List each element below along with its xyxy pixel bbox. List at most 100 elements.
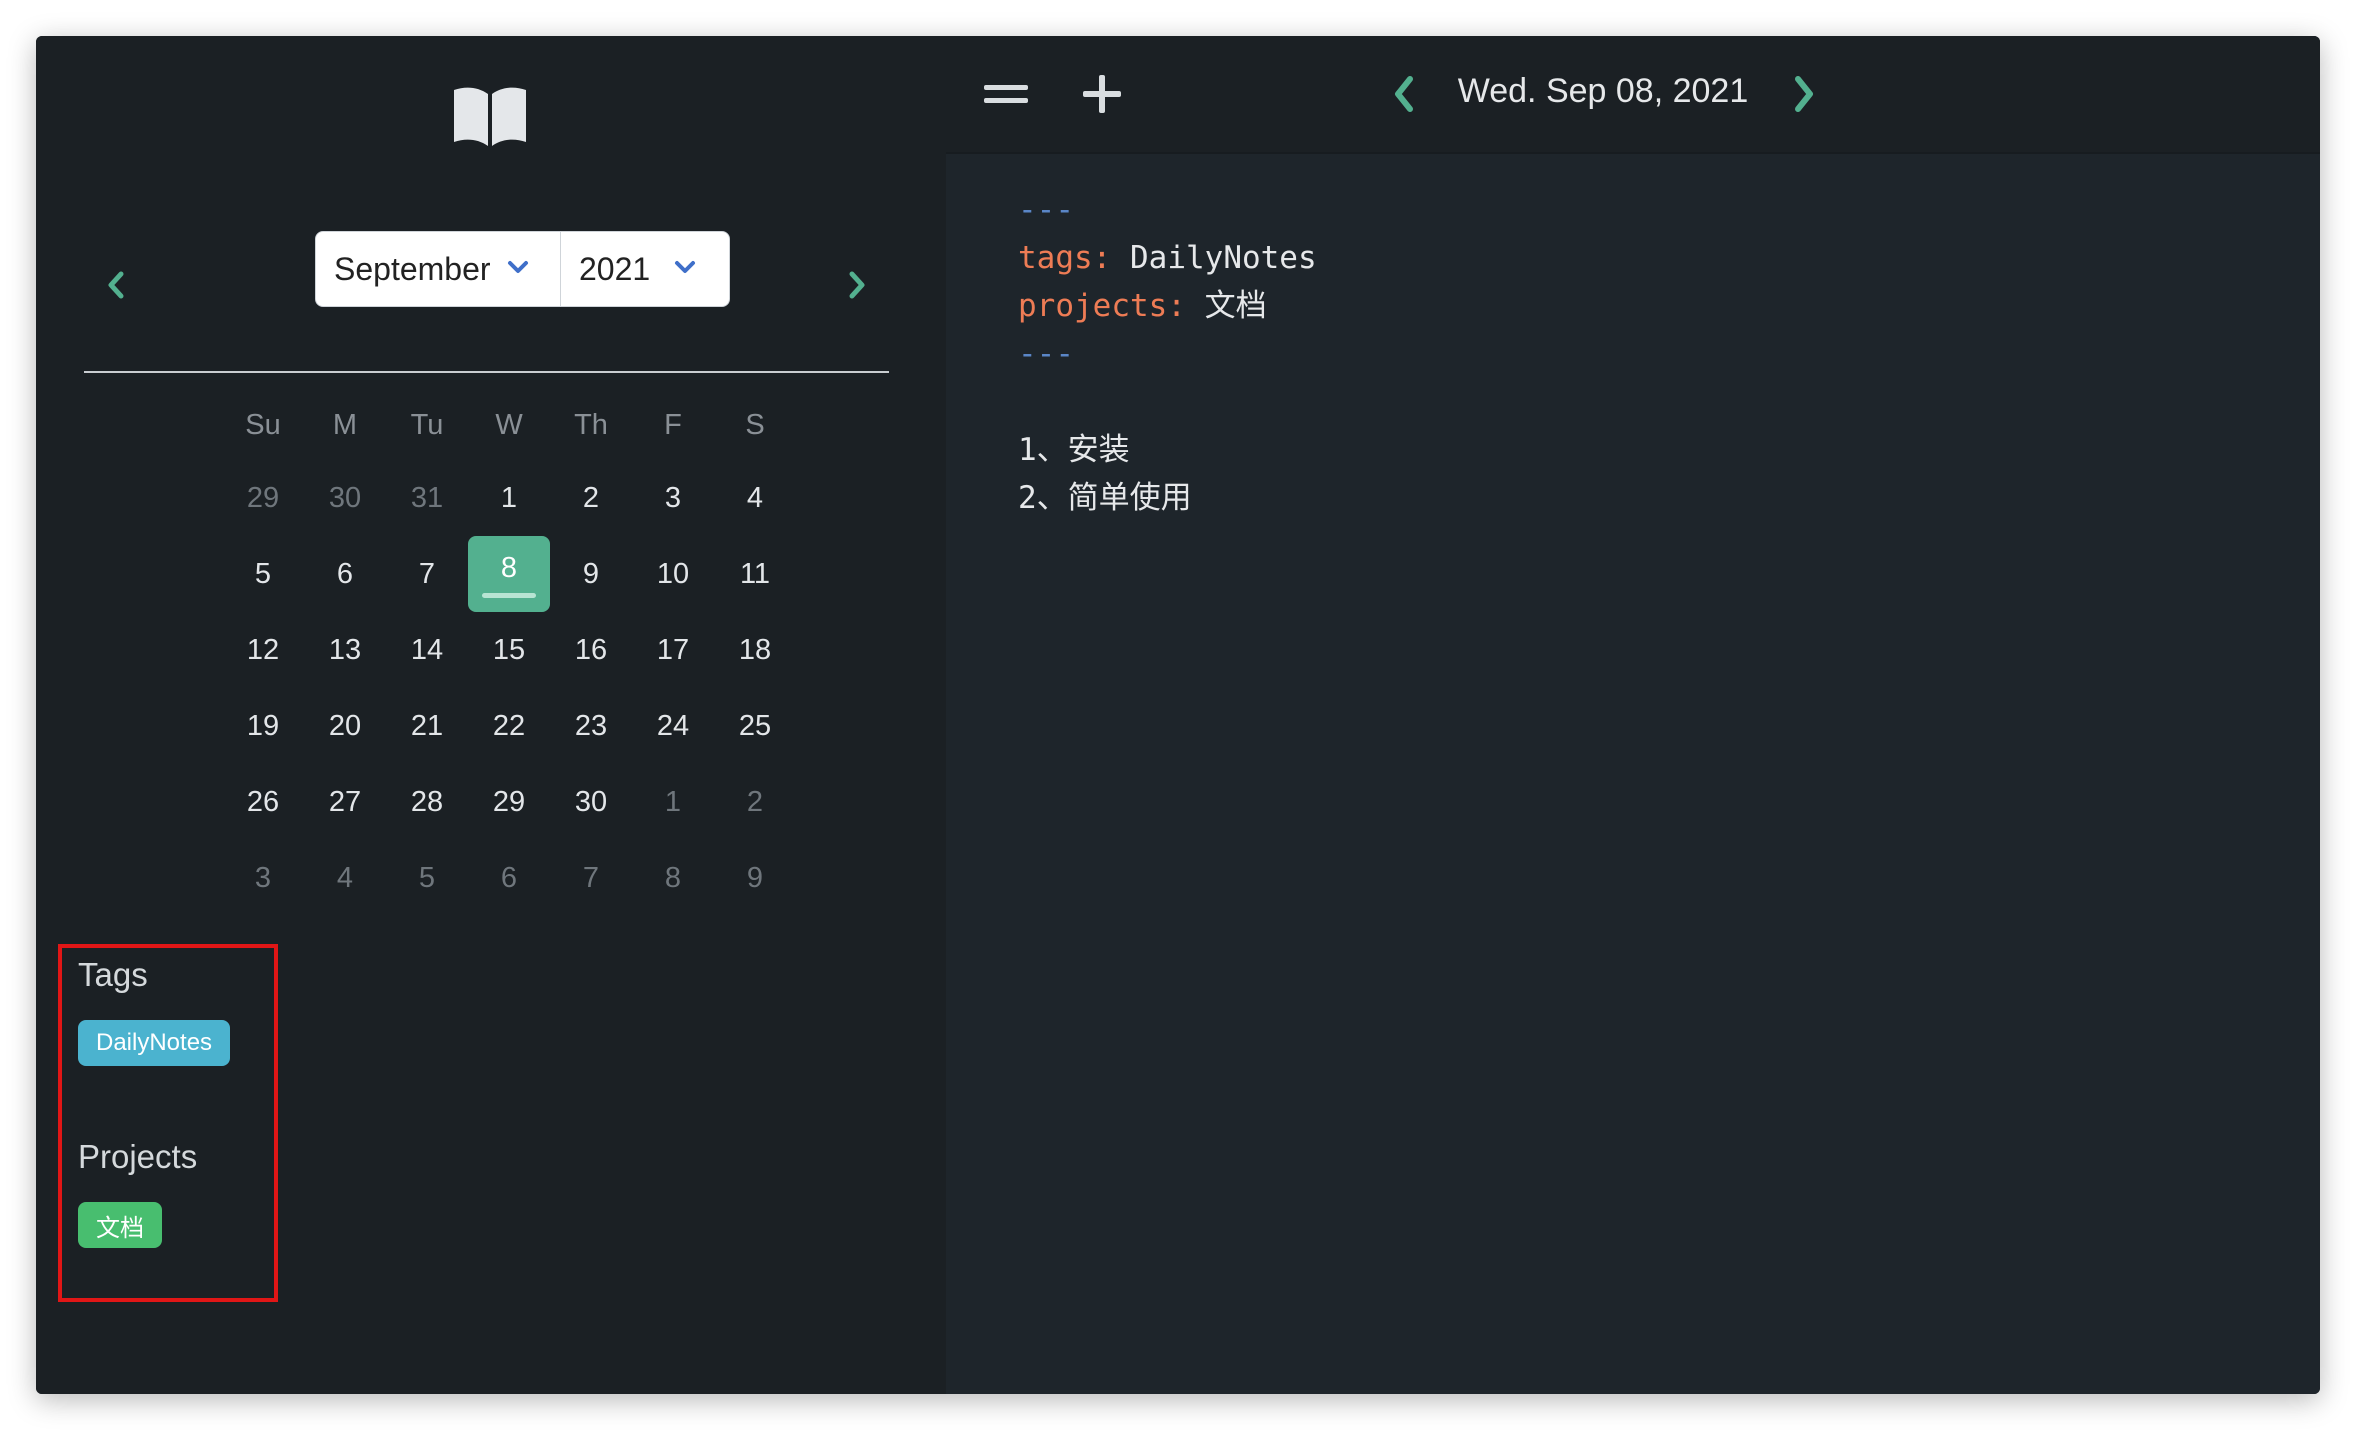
calendar-day-outside[interactable]: 1	[632, 764, 714, 840]
year-select[interactable]: 2021	[561, 232, 729, 306]
note-indicator	[482, 593, 536, 598]
tags-projects-panel: Tags DailyNotes Projects 文档	[58, 944, 278, 1302]
prev-day-button[interactable]	[1380, 70, 1428, 118]
calendar-day-outside[interactable]: 30	[304, 460, 386, 536]
calendar-day-outside[interactable]: 29	[222, 460, 304, 536]
calendar-day-outside[interactable]: 9	[714, 840, 796, 916]
calendar-day[interactable]: 6	[304, 536, 386, 612]
chevron-right-icon	[849, 271, 865, 299]
menu-icon	[984, 85, 1028, 103]
calendar-day[interactable]: 2	[550, 460, 632, 536]
calendar-day[interactable]: 9	[550, 536, 632, 612]
calendar-week: 19 20 21 22 23 24 25	[222, 688, 797, 764]
open-book-icon	[454, 87, 526, 146]
calendar-week: 3 4 5 6 7 8 9	[222, 840, 797, 916]
tags-heading: Tags	[78, 956, 148, 993]
frontmatter-projects-line: projects: 文档	[1018, 282, 2280, 330]
calendar-day[interactable]: 4	[714, 460, 796, 536]
calendar-day[interactable]: 18	[714, 612, 796, 688]
calendar-day[interactable]: 15	[468, 612, 550, 688]
selected-day-label: 8	[500, 551, 518, 584]
calendar-day[interactable]: 25	[714, 688, 796, 764]
tag-chip[interactable]: DailyNotes	[78, 1020, 231, 1066]
next-month-button[interactable]	[839, 267, 875, 303]
sidebar: September 2021 Su M Tu W Th F S 29 30 31…	[36, 36, 946, 1394]
calendar-day[interactable]: 23	[550, 688, 632, 764]
app-window: September 2021 Su M Tu W Th F S 29 30 31…	[36, 36, 2320, 1394]
calendar-day-outside[interactable]: 7	[550, 840, 632, 916]
calendar-day-outside[interactable]: 31	[386, 460, 468, 536]
calendar-day-outside[interactable]: 8	[632, 840, 714, 916]
weekday-label: Su	[245, 408, 281, 441]
calendar-day[interactable]: 20	[304, 688, 386, 764]
calendar-day[interactable]: 3	[632, 460, 714, 536]
year-select-value: 2021	[579, 250, 651, 287]
calendar-day[interactable]: 17	[632, 612, 714, 688]
calendar-day-outside[interactable]: 3	[222, 840, 304, 916]
menu-button[interactable]	[982, 70, 1030, 118]
calendar-day[interactable]: 7	[386, 536, 468, 612]
calendar-day-outside[interactable]: 6	[468, 840, 550, 916]
calendar-day[interactable]: 16	[550, 612, 632, 688]
frontmatter-separator: ---	[1018, 336, 1074, 372]
calendar-day[interactable]: 19	[222, 688, 304, 764]
calendar-day[interactable]: 27	[304, 764, 386, 840]
calendar-day[interactable]: 5	[222, 536, 304, 612]
month-navigation: September 2021	[84, 231, 889, 373]
calendar-day[interactable]: 1	[468, 460, 550, 536]
weekday-label: Th	[574, 408, 608, 441]
frontmatter-separator: ---	[1018, 192, 1074, 228]
calendar-week: 26 27 28 29 30 1 2	[222, 764, 797, 840]
calendar-day[interactable]: 14	[386, 612, 468, 688]
calendar-day[interactable]: 28	[386, 764, 468, 840]
calendar-day[interactable]: 24	[632, 688, 714, 764]
calendar-day[interactable]: 21	[386, 688, 468, 764]
chevron-left-icon	[1395, 76, 1413, 112]
current-date-title: Wed. Sep 08, 2021	[1457, 72, 1749, 110]
calendar-week: 12 13 14 15 16 17 18	[222, 612, 797, 688]
calendar-day[interactable]: 10	[632, 536, 714, 612]
weekday-label: M	[332, 408, 358, 441]
calendar-day[interactable]: 30	[550, 764, 632, 840]
toolbar: Wed. Sep 08, 2021	[946, 36, 2320, 154]
note-pane: Wed. Sep 08, 2021 --- tags: DailyNotes p…	[946, 36, 2320, 1394]
frontmatter-tags-line: tags: DailyNotes	[1018, 234, 2280, 282]
chevron-right-icon	[1795, 76, 1813, 112]
calendar-day[interactable]: 26	[222, 764, 304, 840]
note-line: 2、简单使用	[1018, 480, 1192, 516]
calendar-week: 29 30 31 1 2 3 4	[222, 460, 797, 536]
weekday-label: S	[745, 408, 765, 441]
month-year-picker: September 2021	[315, 231, 730, 307]
calendar-day-outside[interactable]: 4	[304, 840, 386, 916]
calendar-day[interactable]: 12	[222, 612, 304, 688]
weekday-header: Su M Tu W Th F S	[222, 390, 797, 460]
calendar-day-outside[interactable]: 5	[386, 840, 468, 916]
weekday-label: Tu	[410, 408, 444, 441]
yaml-value-tags: DailyNotes	[1130, 240, 1317, 276]
calendar-day-outside[interactable]: 2	[714, 764, 796, 840]
yaml-value-projects: 文档	[1204, 288, 1267, 324]
calendar-day[interactable]: 22	[468, 688, 550, 764]
add-note-button[interactable]	[1078, 70, 1126, 118]
next-day-button[interactable]	[1780, 70, 1828, 118]
chevron-down-icon	[508, 261, 528, 273]
projects-heading: Projects	[78, 1138, 198, 1175]
plus-icon	[1083, 75, 1121, 113]
calendar-day[interactable]: 13	[304, 612, 386, 688]
calendar-week: 5 6 7 8 9 10 11	[222, 536, 797, 612]
month-select[interactable]: September	[316, 232, 561, 306]
project-chip[interactable]: 文档	[78, 1202, 162, 1248]
calendar-day[interactable]: 11	[714, 536, 796, 612]
weekday-label: W	[495, 408, 523, 441]
yaml-key-projects: projects:	[1018, 288, 1186, 324]
calendar-day[interactable]: 29	[468, 764, 550, 840]
calendar-grid: Su M Tu W Th F S 29 30 31 1 2 3 4 5 6 7	[222, 390, 797, 916]
yaml-key-tags: tags:	[1018, 240, 1112, 276]
weekday-label: F	[664, 408, 682, 441]
note-editor[interactable]: --- tags: DailyNotes projects: 文档 --- 1、…	[1018, 186, 2280, 522]
calendar-day-selected[interactable]: 8	[468, 536, 550, 612]
prev-month-button[interactable]	[98, 267, 134, 303]
note-line: 1、安装	[1018, 432, 1130, 468]
chevron-left-icon	[108, 271, 124, 299]
